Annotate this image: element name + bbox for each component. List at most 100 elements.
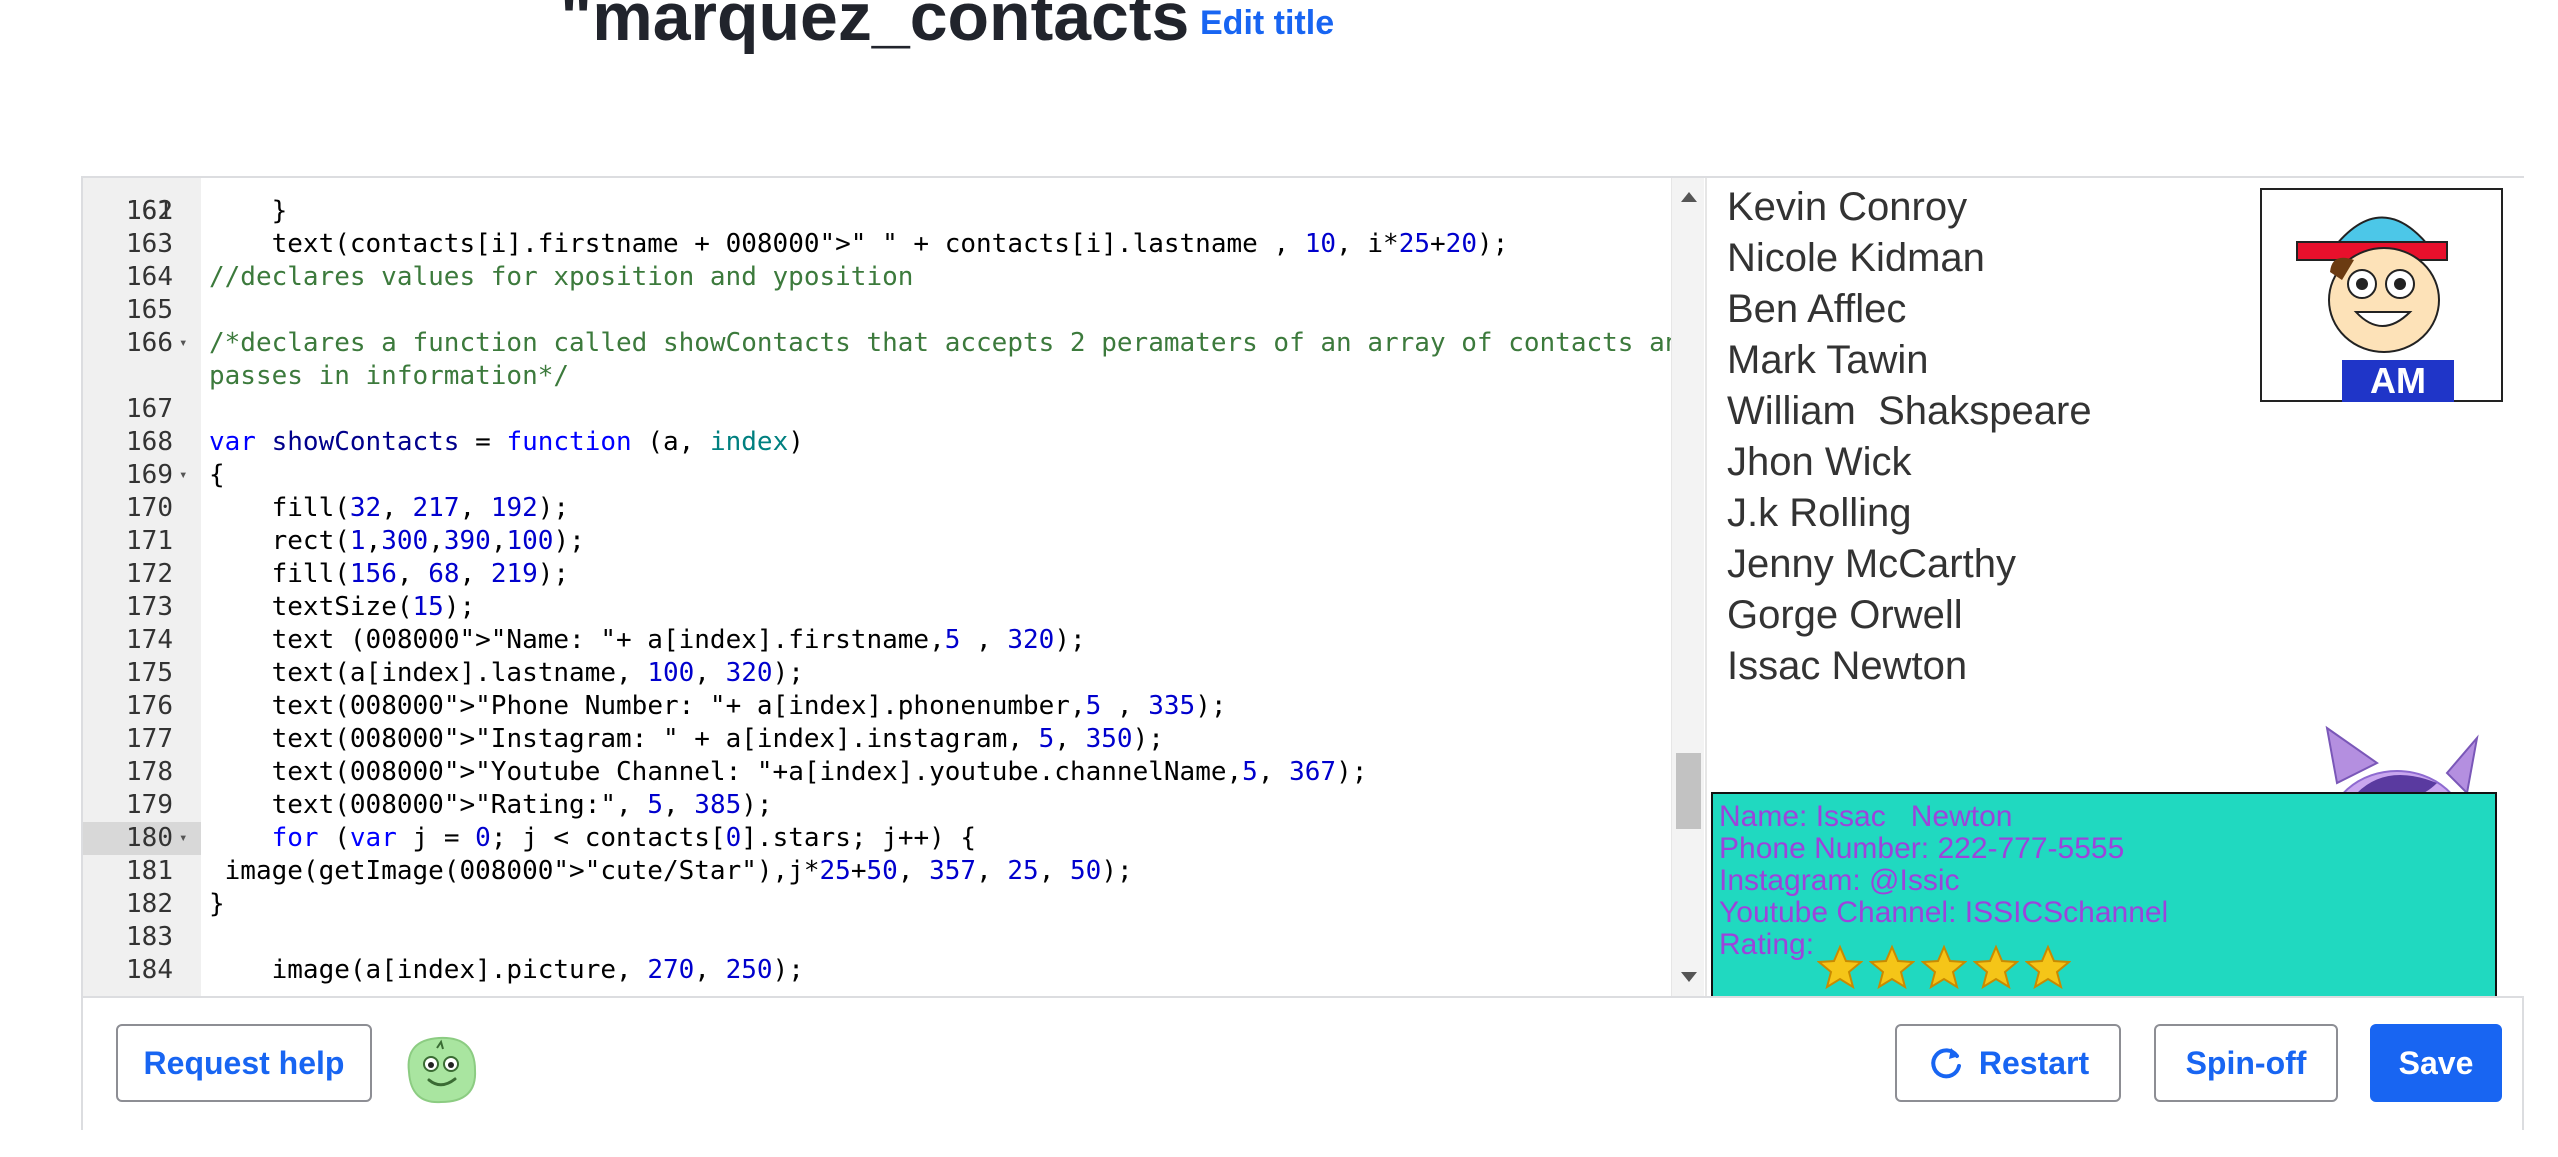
line-number: 162 <box>126 196 173 226</box>
contact-rating-label: Rating: <box>1719 928 1815 961</box>
code-line[interactable]: 173 textSize(15); <box>83 591 1673 624</box>
contact-instagram-line: Instagram: @Issic <box>1719 864 1960 897</box>
scrollbar-thumb[interactable] <box>1676 753 1701 829</box>
code-text[interactable]: text(008000">"Instagram: " + a[index].in… <box>209 723 1704 756</box>
code-text[interactable]: text(008000">"Phone Number: "+ a[index].… <box>209 690 1704 723</box>
code-line[interactable]: 164//declares values for xposition and y… <box>83 261 1673 294</box>
code-text[interactable]: } <box>209 888 1704 921</box>
code-line[interactable]: 166 ▾/*declares a function called showCon… <box>83 327 1696 393</box>
code-line[interactable]: 183 <box>83 921 1673 954</box>
contact-name: Kevin Conroy <box>1727 185 1968 229</box>
code-line[interactable]: 179 text(008000">"Rating:", 5, 385); <box>83 789 1673 822</box>
code-line[interactable]: 161 text(contacts[i].firstname + 008000"… <box>83 178 1673 259</box>
line-number: 164 <box>126 262 173 292</box>
line-number: 167 <box>126 394 173 424</box>
contact-name: Issac Newton <box>1727 644 1968 688</box>
code-text[interactable]: fill(32, 217, 192); <box>209 492 1704 525</box>
code-line[interactable]: 163 <box>83 228 1673 261</box>
code-text[interactable]: { <box>209 459 1704 492</box>
rating-stars <box>1817 944 2071 990</box>
spin-off-button[interactable]: Spin-off <box>2154 1024 2338 1102</box>
line-number: 183 <box>126 922 173 952</box>
restart-button[interactable]: Restart <box>1895 1024 2121 1102</box>
code-text[interactable]: //declares values for xposition and ypos… <box>209 261 1704 294</box>
code-line[interactable]: 162 } <box>83 195 1673 228</box>
code-text[interactable]: fill(156, 68, 219); <box>209 558 1704 591</box>
restart-icon <box>1931 1048 1961 1079</box>
star-icon <box>2025 944 2071 990</box>
save-button[interactable]: Save <box>2370 1024 2502 1102</box>
star-icon <box>1869 944 1915 990</box>
code-line[interactable]: 172 fill(156, 68, 219); <box>83 558 1673 591</box>
line-number: 165 <box>126 295 173 325</box>
line-number: 172 <box>126 559 173 589</box>
code-line[interactable]: 167 <box>83 393 1673 426</box>
code-line[interactable]: 180 ▾ for (var j = 0; j < contacts[0].sta… <box>83 822 1673 855</box>
request-help-button[interactable]: Request help <box>116 1024 372 1102</box>
code-line[interactable]: 165 <box>83 294 1673 327</box>
code-line[interactable]: 178 text(008000">"Youtube Channel: "+a[i… <box>83 756 1673 789</box>
code-line[interactable]: 181 image(getImage(008000">"cute/Star"),… <box>83 855 1673 888</box>
code-text[interactable]: image(a[index].picture, 270, 250); <box>209 954 1704 987</box>
code-line[interactable]: 184 image(a[index].picture, 270, 250); <box>83 954 1673 987</box>
editor-footer: Request help Restart Spin-off Save <box>83 996 2522 1130</box>
line-number: 163 <box>126 229 173 259</box>
code-text[interactable]: rect(1,300,390,100); <box>209 525 1704 558</box>
code-line[interactable]: 169 ▾{ <box>83 459 1673 492</box>
line-number: 174 <box>126 625 173 655</box>
program-output-canvas[interactable]: Kevin Conroy Nicole Kidman Ben Afflec Ma… <box>1705 178 2524 996</box>
line-number: 166 <box>126 328 173 358</box>
code-text[interactable]: image(getImage(008000">"cute/Star"),j*25… <box>209 855 1704 888</box>
code-text[interactable]: } <box>209 195 1704 228</box>
program-frame: 161 text(contacts[i].firstname + 008000"… <box>81 176 2524 1130</box>
code-line[interactable]: 170 fill(32, 217, 192); <box>83 492 1673 525</box>
code-line[interactable]: 176 text(008000">"Phone Number: "+ a[ind… <box>83 690 1673 723</box>
contact-info-panel: Name: Issac Newton Phone Number: 222-777… <box>1711 792 2497 996</box>
code-editor[interactable]: 161 text(contacts[i].firstname + 008000"… <box>83 178 1704 996</box>
code-line[interactable]: 171 rect(1,300,390,100); <box>83 525 1673 558</box>
code-text[interactable]: text(a[index].lastname, 100, 320); <box>209 657 1704 690</box>
star-icon <box>1921 944 1967 990</box>
page-title: "marquez_contacts <box>560 0 1190 55</box>
code-text[interactable]: textSize(15); <box>209 591 1704 624</box>
line-number: 182 <box>126 889 173 919</box>
edit-title-link[interactable]: Edit title <box>1200 4 1334 43</box>
contact-name: Jhon Wick <box>1727 440 1912 484</box>
scroll-up-arrow-icon[interactable] <box>1681 192 1697 202</box>
contact-list: Kevin Conroy Nicole Kidman Ben Afflec Ma… <box>1727 182 2092 692</box>
code-text[interactable]: text(008000">"Youtube Channel: "+a[index… <box>209 756 1704 789</box>
avatar-image: AM <box>2260 188 2503 402</box>
avatar-initials: AM <box>2342 360 2454 402</box>
contact-name: Nicole Kidman <box>1727 236 1985 280</box>
line-number: 179 <box>126 790 173 820</box>
contact-phone-line: Phone Number: 222-777-5555 <box>1719 832 2125 865</box>
code-line[interactable]: 168 var showContacts = function (a, index… <box>83 426 1673 459</box>
code-line[interactable]: 174 text (008000">"Name: "+ a[index].fir… <box>83 624 1673 657</box>
line-number: 178 <box>126 757 173 787</box>
line-number: 176 <box>126 691 173 721</box>
restart-label: Restart <box>1978 1044 2090 1081</box>
fold-arrow-icon[interactable]: ▾ <box>179 459 187 492</box>
line-number: 181 <box>126 856 173 886</box>
contact-name: Jenny McCarthy <box>1727 542 2016 586</box>
code-text[interactable]: text(008000">"Rating:", 5, 385); <box>209 789 1704 822</box>
code-text[interactable]: for (var j = 0; j < contacts[0].stars; j… <box>209 822 1704 855</box>
code-line[interactable]: 182} <box>83 888 1673 921</box>
contact-name-line: Name: Issac Newton <box>1719 800 2013 833</box>
code-text[interactable]: var showContacts = function (a, index) <box>209 426 1704 459</box>
line-number: 177 <box>126 724 173 754</box>
contact-name: Mark Tawin <box>1727 338 1929 382</box>
scroll-down-arrow-icon[interactable] <box>1681 972 1697 982</box>
fold-arrow-icon[interactable]: ▾ <box>179 822 187 855</box>
code-text[interactable]: text (008000">"Name: "+ a[index].firstna… <box>209 624 1704 657</box>
line-number: 169 <box>126 460 173 490</box>
code-line[interactable]: 177 text(008000">"Instagram: " + a[index… <box>83 723 1673 756</box>
star-icon <box>1973 944 2019 990</box>
editor-scrollbar[interactable] <box>1671 178 1704 996</box>
code-lines[interactable]: 161 text(contacts[i].firstname + 008000"… <box>83 178 1696 987</box>
code-line[interactable]: 175 text(a[index].lastname, 100, 320); <box>83 657 1673 690</box>
line-number: 168 <box>126 427 173 457</box>
fold-arrow-icon[interactable]: ▾ <box>179 327 187 360</box>
star-icon <box>1817 944 1863 990</box>
code-text[interactable]: /*declares a function called showContact… <box>209 327 1704 393</box>
